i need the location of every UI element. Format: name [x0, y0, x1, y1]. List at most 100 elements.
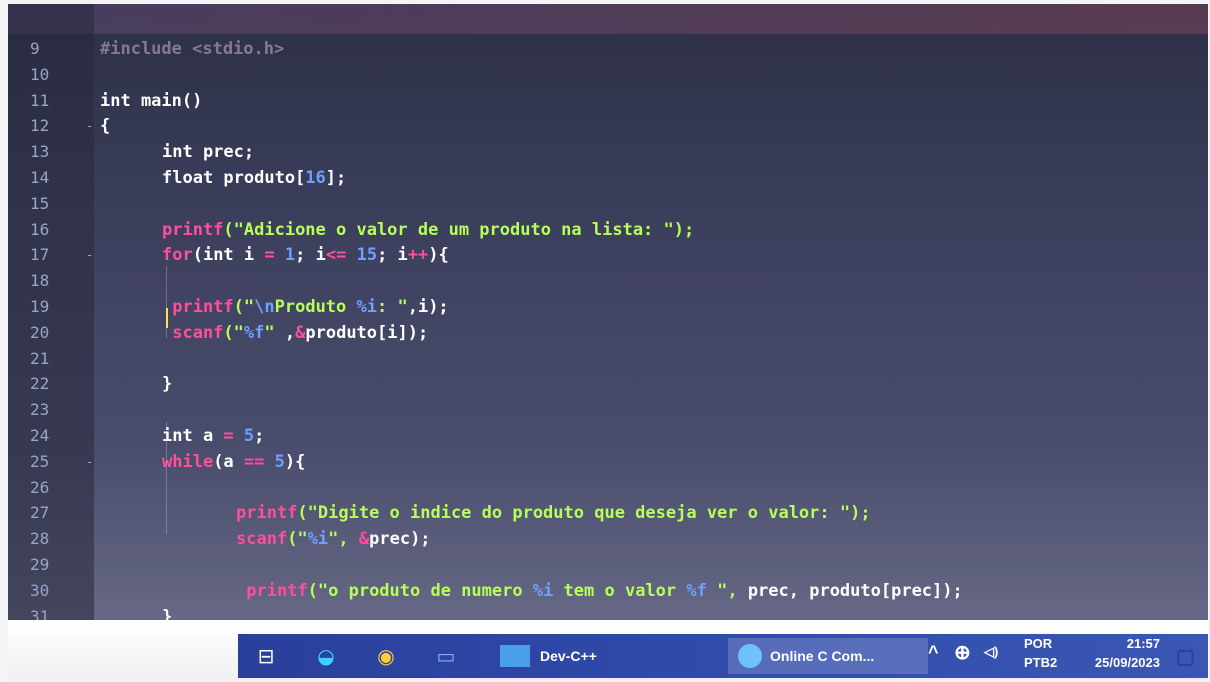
code-token: scanf [162, 322, 224, 343]
volume-icon[interactable]: ◁) [984, 644, 998, 660]
code-line[interactable]: 25 - while(a == 5){ [8, 451, 1208, 473]
line-number: 17 [30, 245, 50, 265]
fold-toggle-icon[interactable]: - [86, 451, 93, 473]
code-line[interactable]: 16 printf("Adicione o valor de um produto… [8, 219, 1208, 241]
code-token: float produto[ [162, 168, 306, 188]
monitor-screen: 9 #include <stdio.h> 10 11 int main() 12-{13 i… [8, 4, 1208, 644]
browser-label: Online C Com... [770, 648, 875, 664]
line-number: 29 [30, 555, 50, 574]
code-token: & [358, 529, 370, 550]
code-line[interactable]: 10 [8, 64, 1208, 86]
code-token: (" [233, 297, 255, 317]
code-text: scanf("%i", &prec); [236, 528, 431, 550]
line-number: 20 [30, 322, 50, 342]
line-number: 22 [30, 374, 50, 394]
file-explorer-icon[interactable]: ▭ [428, 638, 464, 674]
code-line[interactable]: 15 [8, 193, 1208, 215]
code-token: ", [328, 529, 359, 550]
code-text: int a = 5; [162, 425, 264, 447]
chrome-icon[interactable]: ◉ [368, 638, 404, 674]
code-token: (a [213, 451, 244, 472]
code-token: ]; [325, 168, 347, 188]
code-token: printf [236, 580, 308, 601]
code-line[interactable]: 28 scanf("%i", &prec); [8, 528, 1208, 550]
code-line[interactable]: 30 printf("o produto de numero %i tem o … [8, 580, 1208, 602]
code-text: while(a == 5){ [162, 451, 305, 473]
tray-chevron-icon[interactable]: ^ [928, 642, 939, 663]
code-line[interactable]: 26 [8, 477, 1208, 499]
code-line[interactable]: 14 float produto[16]; [8, 167, 1208, 189]
code-token: 1 [284, 245, 296, 266]
indent-guide [166, 422, 167, 534]
taskbar: ⊟ ◒ ◉ ▭ Dev-C++ Online C Com... ^ ⊕ ◁) P… [8, 620, 1208, 682]
clock[interactable]: 21:57 25/09/2023 [1080, 636, 1160, 670]
clock-time: 21:57 [1126, 636, 1160, 651]
code-token: 5 [243, 426, 255, 446]
code-token: int prec; [162, 142, 255, 163]
code-line[interactable]: 27 printf("Digite o indice do produto que… [8, 502, 1208, 524]
code-token: prec, produto[prec]); [747, 580, 963, 601]
taskview-icon[interactable]: ⊟ [248, 638, 284, 674]
line-number: 24 [30, 426, 50, 445]
code-token: printf [236, 503, 298, 524]
code-token: \n [254, 297, 275, 317]
code-line[interactable]: 29 [8, 554, 1208, 576]
keyboard-layout: PTB2 [1024, 655, 1058, 670]
code-text: int prec; [162, 141, 254, 163]
input-language[interactable]: POR PTB2 [1024, 636, 1057, 670]
line-number: 23 [30, 400, 50, 420]
code-line[interactable]: 23 [8, 399, 1208, 421]
code-token: = [223, 426, 234, 446]
code-token: ("Digite o indice do produto que deseja … [297, 503, 871, 524]
code-text: { [100, 115, 110, 137]
code-text: printf("Adicione o valor de um produto n… [162, 219, 694, 241]
code-line[interactable]: 21 [8, 348, 1208, 370]
code-token: ("o produto de numero [307, 580, 533, 601]
code-line[interactable]: 22} [8, 373, 1208, 395]
fold-toggle-icon[interactable]: - [86, 244, 93, 266]
language-code: POR [1024, 636, 1053, 651]
code-line[interactable]: 19 printf("\nProduto %i: ",i); [8, 296, 1208, 318]
line-number: 12 [30, 116, 50, 136]
edge-icon[interactable]: ◒ [308, 638, 344, 674]
line-number: 16 [30, 219, 50, 239]
code-token: " [264, 322, 285, 343]
clock-date: 25/09/2023 [1094, 655, 1160, 670]
line-number: 15 [30, 193, 50, 213]
code-token: (" [287, 529, 308, 550]
code-token: { [100, 116, 111, 137]
code-line[interactable]: 18 [8, 270, 1208, 292]
code-line[interactable]: 12 -{ [8, 115, 1208, 137]
line-number: 21 [30, 348, 50, 368]
code-line[interactable]: 17- for(int i = 1; i<= 15; i++){ [8, 244, 1208, 266]
code-token: ; [254, 426, 265, 446]
code-token: = [264, 245, 275, 266]
fold-toggle-icon[interactable]: - [86, 115, 93, 137]
browser-tab-icon [738, 644, 762, 668]
code-token: %f [243, 322, 265, 343]
code-line[interactable]: 20 scanf("%f" ,&produto[i]); [8, 322, 1208, 344]
code-line[interactable]: 13 int prec; [8, 141, 1208, 163]
notification-icon[interactable]: ▢ [1176, 644, 1195, 669]
line-number: 14 [30, 168, 50, 187]
code-token: #include <stdio.h> [100, 39, 285, 59]
code-line[interactable]: 11 int main() [8, 90, 1208, 112]
code-text: printf("\nProduto %i: ",i); [162, 296, 448, 318]
network-globe-icon[interactable]: ⊕ [954, 640, 971, 665]
taskbar-browser[interactable]: Online C Com... [728, 638, 928, 674]
code-text: printf("Digite o indice do produto que d… [236, 502, 871, 524]
taskbar-devcpp[interactable]: Dev-C++ [488, 638, 670, 674]
code-editor[interactable]: 9 #include <stdio.h> 10 11 int main() 12-{13 i… [8, 4, 1208, 644]
code-text: int main() [100, 90, 202, 112]
code-token: (int i [192, 245, 265, 266]
code-token: (" [223, 322, 244, 343]
code-line[interactable]: 24 int a = 5; [8, 425, 1208, 447]
line-number: 26 [30, 477, 50, 497]
code-token: & [295, 322, 306, 343]
code-line[interactable]: 9 #include <stdio.h> [8, 38, 1208, 60]
line-number: 11 [30, 90, 50, 110]
line-number: 25 [30, 451, 50, 471]
